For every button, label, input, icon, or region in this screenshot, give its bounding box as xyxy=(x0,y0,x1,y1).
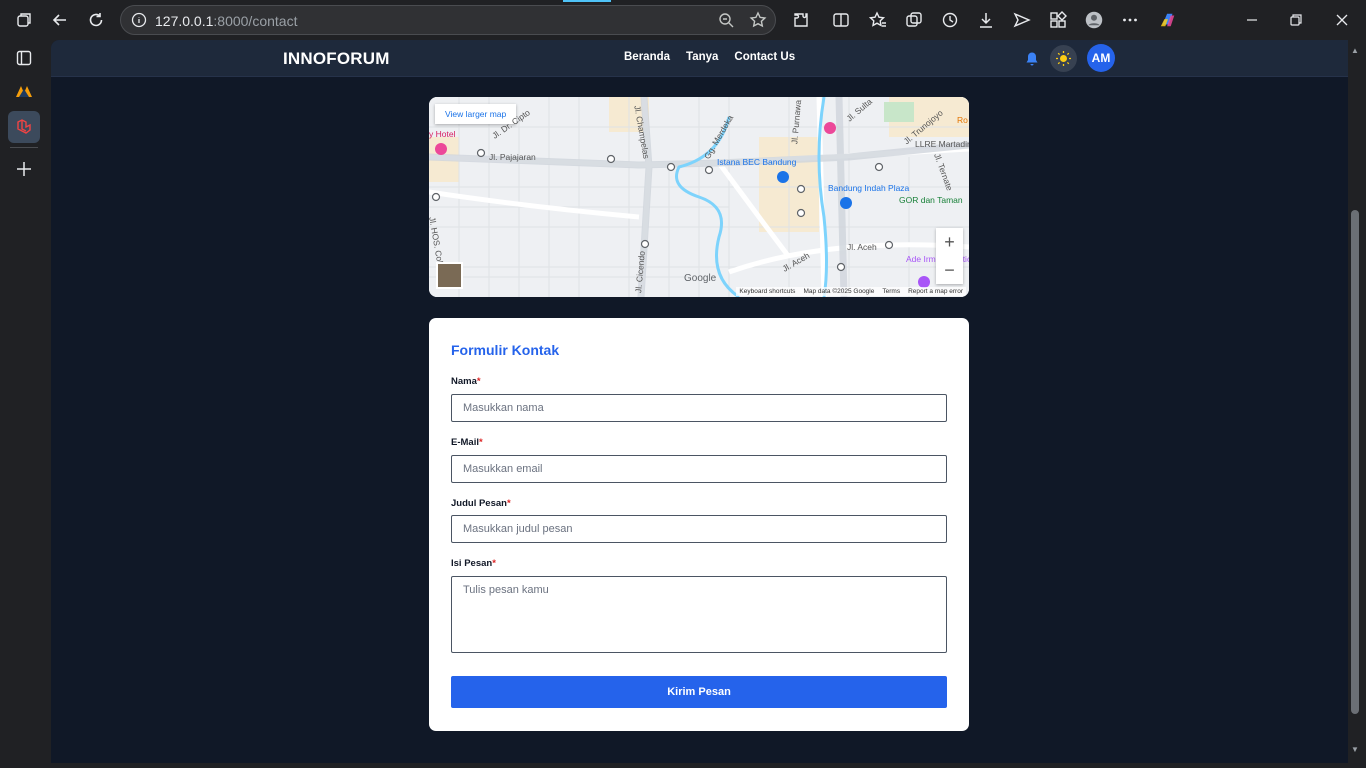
zoom-icon[interactable] xyxy=(717,11,735,29)
scroll-down-icon[interactable]: ▼ xyxy=(1351,745,1359,754)
site-brand[interactable]: INNOFORUM xyxy=(283,49,390,69)
google-logo: Google xyxy=(684,273,717,284)
contact-form-card: Formulir Kontak Nama* Masukkan nama E-Ma… xyxy=(429,318,969,731)
subject-label-text: Judul Pesan xyxy=(451,498,507,509)
name-input[interactable]: Masukkan nama xyxy=(451,394,947,422)
scroll-up-icon[interactable]: ▲ xyxy=(1351,46,1359,55)
required-mark: * xyxy=(478,437,483,448)
history-icon[interactable] xyxy=(938,8,962,32)
downloads-icon[interactable] xyxy=(974,8,998,32)
theme-toggle-button[interactable] xyxy=(1050,45,1077,72)
nav-link-contact[interactable]: Contact Us xyxy=(734,51,795,63)
map-label: Jl. Pajajaran xyxy=(489,152,536,162)
profile-icon[interactable] xyxy=(1082,8,1106,32)
sidebar-divider xyxy=(10,147,38,148)
required-mark: * xyxy=(476,376,481,387)
notification-bell-icon[interactable] xyxy=(1024,51,1040,67)
message-textarea[interactable]: Tulis pesan kamu xyxy=(451,576,947,653)
map-label: Bandung Indah Plaza xyxy=(828,183,910,193)
email-label-text: E-Mail xyxy=(451,437,479,448)
zoom-in-button[interactable]: + xyxy=(936,228,963,256)
zoom-out-button[interactable]: − xyxy=(936,256,963,284)
submit-button[interactable]: Kirim Pesan xyxy=(451,676,947,708)
subject-input[interactable]: Masukkan judul pesan xyxy=(451,515,947,543)
nav-links: Beranda Tanya Contact Us xyxy=(624,51,795,63)
subject-label: Judul Pesan* xyxy=(451,498,511,509)
view-larger-map-link[interactable]: View larger map xyxy=(435,104,517,124)
page-viewport: INNOFORUM Beranda Tanya Contact Us AM Vi… xyxy=(51,40,1348,763)
map-footer: Keyboard shortcuts Map data ©2025 Google… xyxy=(736,287,966,296)
required-mark: * xyxy=(506,498,511,509)
map-label: y Hotel xyxy=(429,129,456,139)
map-report-error-link[interactable]: Report a map error xyxy=(908,288,963,295)
map-label: Ro xyxy=(957,115,968,125)
browser-toolbar: 127.0.0.1:8000/contact xyxy=(0,0,1366,40)
share-icon[interactable] xyxy=(1010,8,1034,32)
map-label: LLRE Martadin xyxy=(915,139,969,149)
sun-icon xyxy=(1056,51,1071,66)
sidebar-app-icon[interactable] xyxy=(8,75,40,107)
name-label-text: Nama xyxy=(451,376,477,387)
sidebar-panel-icon[interactable] xyxy=(8,42,40,74)
message-label: Isi Pesan* xyxy=(451,558,496,569)
map-embed[interactable]: View larger map y Hotel Jl. Pajajaran Jl… xyxy=(429,97,969,297)
site-info-icon[interactable] xyxy=(131,12,147,28)
url-text[interactable]: 127.0.0.1:8000/contact xyxy=(155,13,297,29)
scrollbar-thumb[interactable] xyxy=(1351,210,1359,714)
favorites-icon[interactable] xyxy=(866,8,890,32)
back-icon[interactable] xyxy=(48,8,72,32)
sidebar-laravel-icon[interactable] xyxy=(8,111,40,143)
form-title: Formulir Kontak xyxy=(451,342,560,358)
reload-icon[interactable] xyxy=(84,8,108,32)
collections-icon[interactable] xyxy=(902,8,926,32)
favorite-star-icon[interactable] xyxy=(749,11,767,29)
email-input[interactable]: Masukkan email xyxy=(451,455,947,483)
email-label: E-Mail* xyxy=(451,437,483,448)
required-mark: * xyxy=(492,558,496,569)
url-path: :8000/contact xyxy=(213,13,298,29)
map-data-credit: Map data ©2025 Google xyxy=(803,288,875,295)
url-host: 127.0.0.1 xyxy=(155,13,214,29)
name-label: Nama* xyxy=(451,376,481,387)
minimize-icon[interactable] xyxy=(1240,8,1264,32)
page-scrollbar[interactable]: ▲ ▼ xyxy=(1348,40,1366,768)
tab-actions-icon[interactable] xyxy=(12,8,36,32)
map-satellite-toggle[interactable] xyxy=(436,262,463,289)
restore-icon[interactable] xyxy=(1284,8,1308,32)
nav-link-beranda[interactable]: Beranda xyxy=(624,51,670,63)
user-avatar[interactable]: AM xyxy=(1087,44,1115,72)
address-bar[interactable]: 127.0.0.1:8000/contact xyxy=(120,5,776,35)
map-zoom-control: + − xyxy=(936,228,963,284)
map-label: GOR dan Taman xyxy=(899,195,963,205)
message-label-text: Isi Pesan xyxy=(451,558,493,569)
site-navbar: INNOFORUM Beranda Tanya Contact Us AM xyxy=(51,40,1348,77)
copilot-icon[interactable] xyxy=(1156,8,1180,32)
sidebar-add-icon[interactable] xyxy=(8,153,40,185)
nav-link-tanya[interactable]: Tanya xyxy=(686,51,718,63)
extensions-icon[interactable] xyxy=(789,8,813,32)
map-keyboard-shortcuts-link[interactable]: Keyboard shortcuts xyxy=(739,288,795,295)
more-menu-icon[interactable] xyxy=(1118,8,1142,32)
active-tab-indicator xyxy=(563,0,611,2)
close-window-icon[interactable] xyxy=(1330,8,1354,32)
apps-icon[interactable] xyxy=(1046,8,1070,32)
split-screen-icon[interactable] xyxy=(829,8,853,32)
browser-sidebar xyxy=(0,40,48,768)
map-label: Istana BEC Bandung xyxy=(717,157,797,167)
map-terms-link[interactable]: Terms xyxy=(882,288,900,295)
map-label: Jl. Aceh xyxy=(847,242,877,252)
